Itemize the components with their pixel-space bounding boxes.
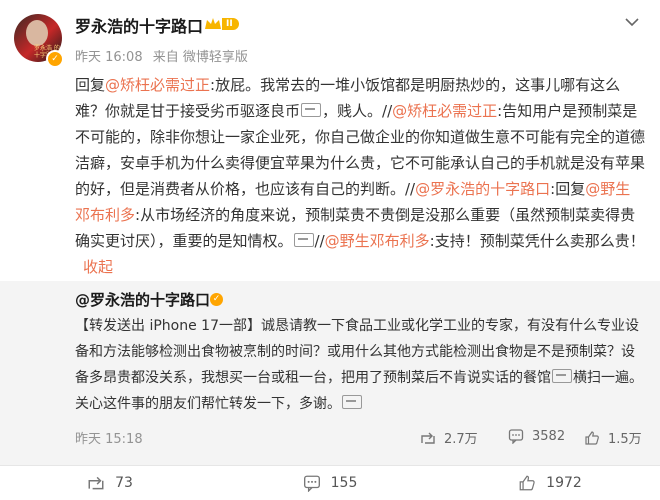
post-meta: 昨天 16:08 来自 微博轻享版 bbox=[75, 46, 248, 65]
user-name[interactable]: 罗永浩的十字路口 bbox=[75, 13, 203, 37]
repost-verified-badge: ✓ bbox=[210, 293, 223, 306]
post-source: 来自 微博轻享版 bbox=[152, 50, 248, 65]
comment-count: 155 bbox=[330, 475, 358, 491]
link-icon[interactable] bbox=[342, 395, 362, 409]
repost-comment-button[interactable]: 3582 bbox=[508, 428, 565, 444]
mention-link[interactable]: @矫枉必需过正 bbox=[392, 102, 497, 120]
weibo-post: 罗永浩 的十字路口 ✓ 罗永浩的十字路口 II 昨天 16:08 来自 微博轻享… bbox=[0, 0, 660, 500]
forward-button[interactable]: 73 bbox=[0, 466, 220, 500]
repost-comment-count: 3582 bbox=[532, 428, 566, 444]
repost-like-button[interactable]: 1.5万 bbox=[584, 428, 642, 447]
action-bar: 73 155 1972 bbox=[0, 466, 660, 500]
comment-button[interactable]: 155 bbox=[220, 466, 440, 500]
mention-link[interactable]: @罗永浩的十字路口 bbox=[415, 180, 550, 198]
verified-badge: ✓ bbox=[46, 50, 64, 68]
mention-link[interactable]: @矫枉必需过正 bbox=[105, 76, 210, 94]
collapse-link[interactable]: 收起 bbox=[83, 258, 113, 276]
repost-forward-count: 2.7万 bbox=[444, 432, 478, 447]
chevron-down-icon[interactable] bbox=[622, 12, 642, 32]
link-icon[interactable] bbox=[552, 369, 572, 383]
post-text: ，贱人。// bbox=[322, 102, 393, 120]
link-icon[interactable] bbox=[293, 233, 314, 247]
comment-icon bbox=[508, 429, 524, 444]
repost-like-count: 1.5万 bbox=[608, 432, 642, 447]
forward-icon bbox=[421, 432, 435, 444]
post-time[interactable]: 昨天 16:08 bbox=[75, 50, 143, 65]
post-text: 回复 bbox=[75, 76, 106, 94]
avatar-face bbox=[26, 20, 48, 46]
repost-user-name[interactable]: @罗永浩的十字路口 bbox=[75, 289, 210, 310]
forward-icon bbox=[88, 476, 104, 490]
thumbs-up-icon bbox=[585, 430, 599, 445]
like-count: 1972 bbox=[546, 475, 582, 491]
repost-content: 【转发送出 iPhone 17一部】诚恳请教一下食品工业或化学工业的专家，有没有… bbox=[75, 313, 645, 417]
thumbs-up-icon bbox=[519, 475, 535, 491]
repost-forward-button[interactable]: 2.7万 bbox=[420, 428, 478, 447]
repost-time[interactable]: 昨天 15:18 bbox=[75, 428, 143, 447]
post-text: :支持！预制菜凭什么卖那么贵！ bbox=[429, 232, 645, 250]
post-text: :回复 bbox=[550, 180, 586, 198]
level-badge: II bbox=[222, 18, 239, 30]
post-text: // bbox=[314, 232, 325, 250]
mention-link[interactable]: @野生邓布利多 bbox=[325, 232, 430, 250]
post-content: 回复@矫枉必需过正:放屁。我常去的一堆小饭馆都是明厨热炒的，这事儿哪有这么难？你… bbox=[75, 72, 645, 280]
forward-count: 73 bbox=[115, 475, 133, 491]
crown-icon bbox=[205, 18, 221, 29]
link-icon[interactable] bbox=[301, 103, 322, 117]
like-button[interactable]: 1972 bbox=[440, 466, 660, 500]
comment-icon bbox=[303, 475, 320, 492]
